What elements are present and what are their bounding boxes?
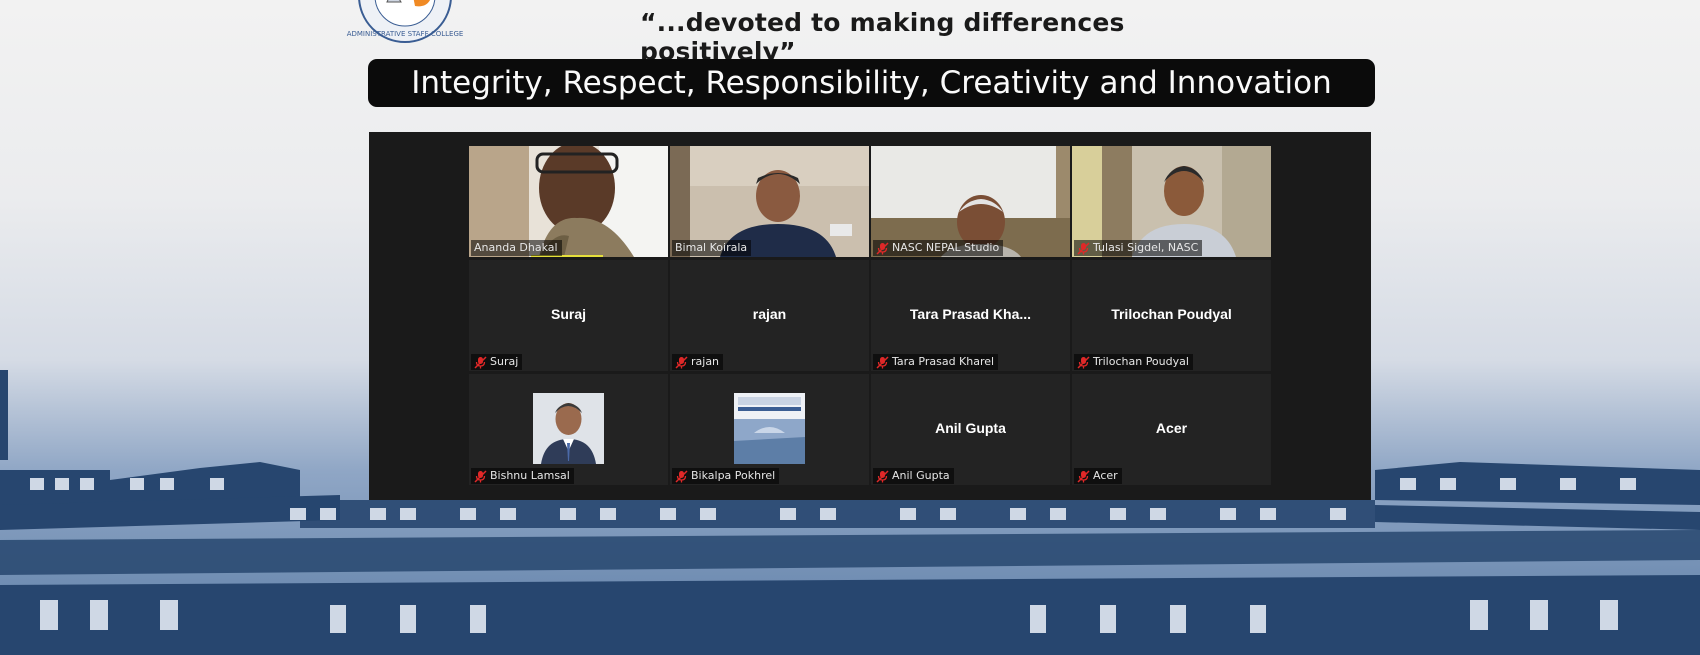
participant-name-label: NASC NEPAL Studio — [873, 240, 1004, 256]
participant-name-label: Tara Prasad Kharel — [873, 354, 999, 370]
participant-name-label: Trilochan Poudyal — [1074, 354, 1193, 370]
participant-tile[interactable]: Tara Prasad Kha... Tara Prasad Kharel — [871, 260, 1070, 371]
participant-display-name: rajan — [752, 306, 787, 322]
microphone-muted-icon — [876, 355, 889, 369]
profile-photo — [533, 393, 604, 464]
svg-text:ADMINISTRATIVE STAFF COLLEGE: ADMINISTRATIVE STAFF COLLEGE — [347, 30, 464, 38]
microphone-muted-icon — [675, 469, 688, 483]
participant-display-name: Anil Gupta — [935, 420, 1006, 436]
participant-name-label: Anil Gupta — [873, 468, 954, 484]
participant-name-label: rajan — [672, 354, 724, 370]
microphone-muted-icon — [675, 355, 688, 369]
participant-display-name: Trilochan Poudyal — [1111, 306, 1232, 322]
participant-tile[interactable]: Bikalpa Pokhrel — [670, 374, 869, 485]
participant-name-label: Bimal Koirala — [672, 240, 752, 256]
meeting-gallery-panel: Ananda Dhakal Bimal Koirala NASC NEPAL S… — [369, 132, 1371, 500]
participant-tile[interactable]: Suraj Suraj — [469, 260, 668, 371]
participant-name-label: Tulasi Sigdel, NASC — [1074, 240, 1203, 256]
participant-name-label: Suraj — [471, 354, 523, 370]
college-logo: ADMINISTRATIVE STAFF COLLEGE — [347, 0, 464, 43]
participant-tile[interactable]: Bishnu Lamsal — [469, 374, 668, 485]
college-image-avatar — [734, 393, 805, 464]
participant-name-label: Ananda Dhakal — [471, 240, 562, 256]
participant-name-label: Bishnu Lamsal — [471, 468, 574, 484]
microphone-muted-icon — [1077, 355, 1090, 369]
core-values-banner: Integrity, Respect, Responsibility, Crea… — [368, 59, 1375, 107]
microphone-muted-icon — [474, 355, 487, 369]
microphone-muted-icon — [474, 469, 487, 483]
participant-tile[interactable]: Tulasi Sigdel, NASC — [1072, 146, 1271, 257]
participant-name-label: Bikalpa Pokhrel — [672, 468, 780, 484]
microphone-muted-icon — [876, 469, 889, 483]
participant-display-name: Suraj — [550, 306, 586, 322]
participant-tile[interactable]: Acer Acer — [1072, 374, 1271, 485]
core-values-text: Integrity, Respect, Responsibility, Crea… — [411, 65, 1332, 101]
microphone-muted-icon — [1077, 241, 1090, 255]
college-tagline: “...devoted to making differences positi… — [640, 8, 1125, 66]
participant-tile[interactable]: rajan rajan — [670, 260, 869, 371]
participant-display-name: Acer — [1155, 420, 1188, 436]
participant-name-label: Acer — [1074, 468, 1122, 484]
participant-tile[interactable]: NASC NEPAL Studio — [871, 146, 1070, 257]
microphone-muted-icon — [876, 241, 889, 255]
participant-tile[interactable]: Trilochan Poudyal Trilochan Poudyal — [1072, 260, 1271, 371]
participant-tile[interactable]: Anil Gupta Anil Gupta — [871, 374, 1070, 485]
participant-tile[interactable]: Ananda Dhakal — [469, 146, 668, 257]
microphone-muted-icon — [1077, 469, 1090, 483]
participant-display-name: Tara Prasad Kha... — [909, 306, 1032, 322]
participant-tile[interactable]: Bimal Koirala — [670, 146, 869, 257]
